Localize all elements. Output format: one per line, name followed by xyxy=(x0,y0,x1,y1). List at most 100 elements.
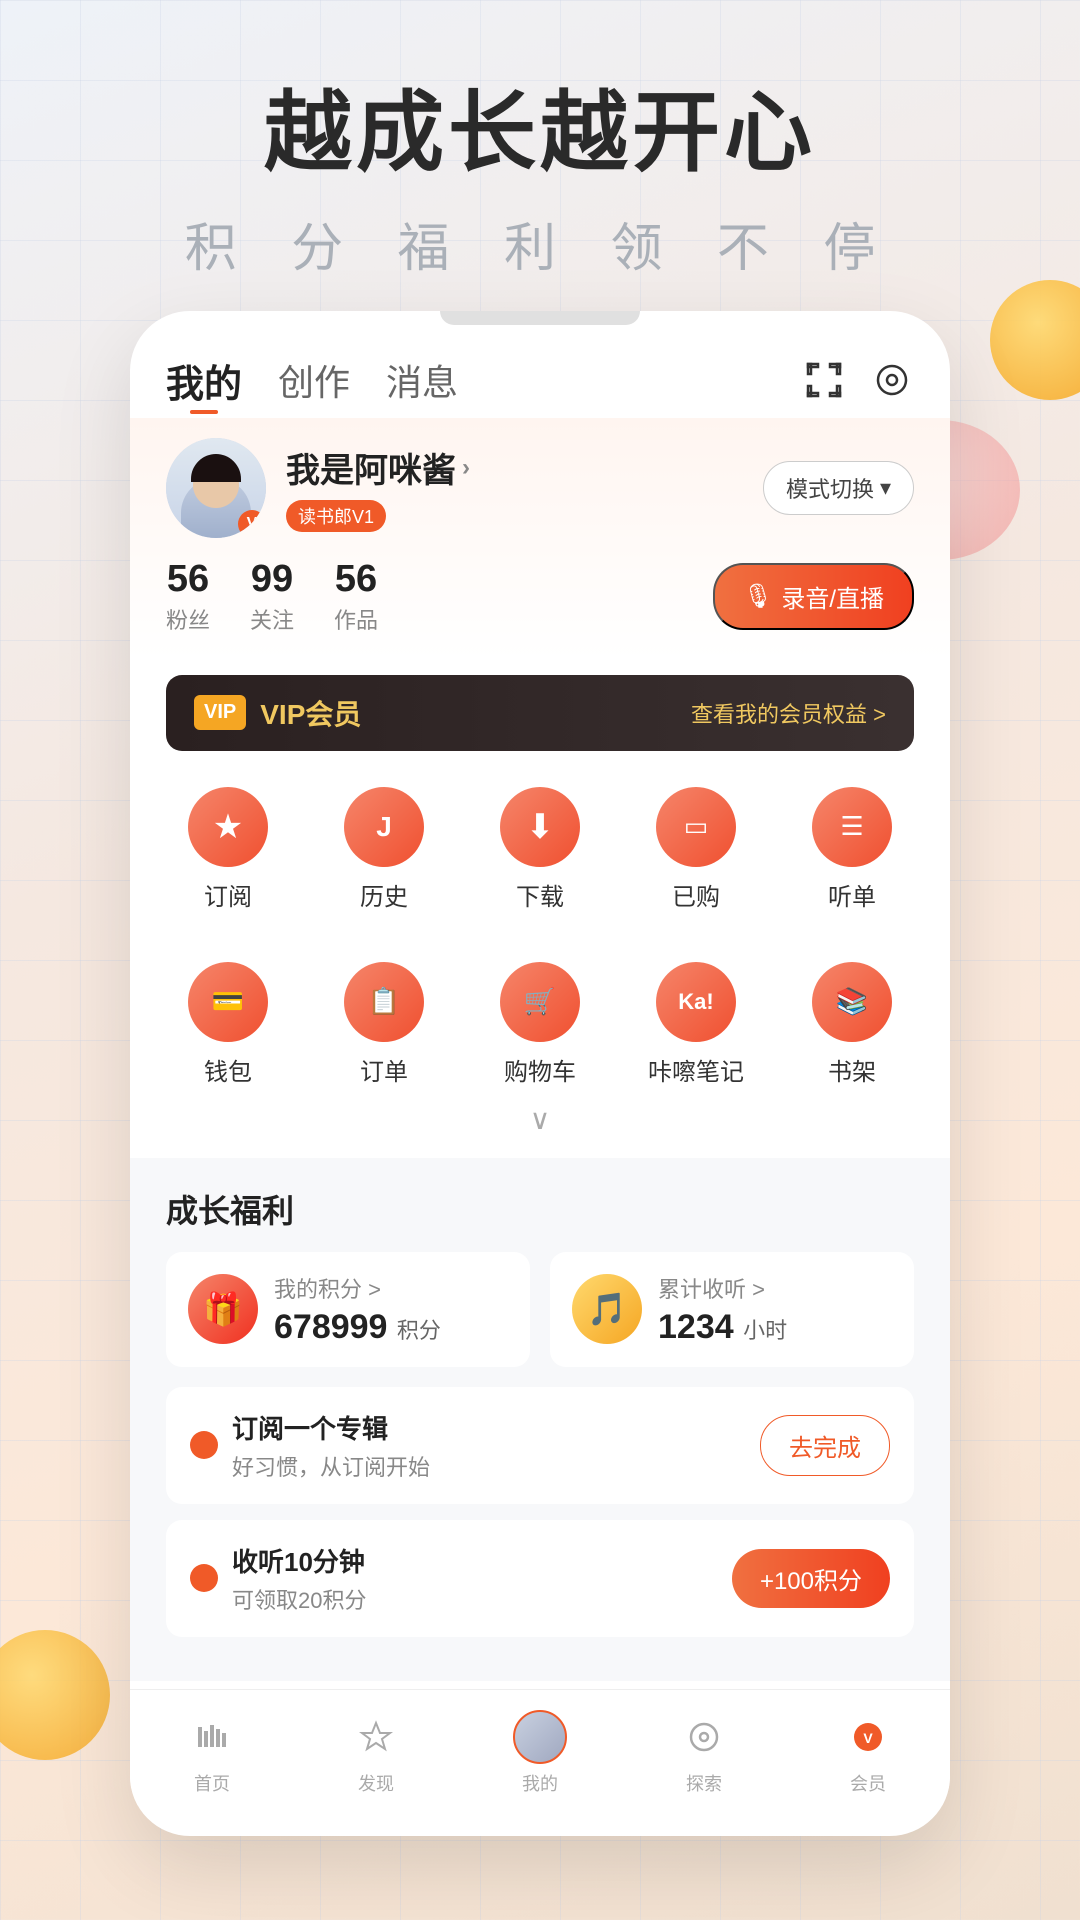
vip-nav-icon: V xyxy=(841,1710,895,1764)
points-card-info: 我的积分 > 678999 积分 xyxy=(274,1272,441,1347)
points-card[interactable]: 🎁 我的积分 > 678999 积分 xyxy=(166,1252,530,1367)
profile-section: V 我是阿咪酱 › 读书郎V1 模式切换 ▾ xyxy=(130,418,950,659)
discover-label: 发现 xyxy=(358,1770,394,1796)
profile-info: 我是阿咪酱 › 读书郎V1 xyxy=(286,443,470,532)
listen-card-info: 累计收听 > 1234 小时 xyxy=(658,1272,787,1347)
bottom-nav-explore[interactable]: 探索 xyxy=(677,1710,731,1796)
wallet-label: 钱包 xyxy=(204,1052,252,1087)
record-button[interactable]: 🎙 录音/直播 xyxy=(713,563,914,630)
fans-stat[interactable]: 56 粉丝 xyxy=(166,558,210,635)
icon-orders[interactable]: 📋 订单 xyxy=(319,962,449,1087)
bottom-nav-home[interactable]: 首页 xyxy=(185,1710,239,1796)
wallet-icon: 💳 xyxy=(188,962,268,1042)
stats-left: 56 粉丝 99 关注 56 作品 xyxy=(166,558,378,635)
download-icon: ⬇ xyxy=(500,787,580,867)
quick-icons-row1: ★ 订阅 J 历史 ⬇ 下载 ▭ 已购 ☰ 听单 xyxy=(130,767,950,940)
task-item-listen: 收听10分钟 可领取20积分 +100积分 xyxy=(166,1520,914,1637)
cart-icon: 🛒 xyxy=(500,962,580,1042)
bookshelf-icon: 📚 xyxy=(812,962,892,1042)
icon-purchased[interactable]: ▭ 已购 xyxy=(631,787,761,912)
history-icon: J xyxy=(344,787,424,867)
mic-icon: 🎙 xyxy=(743,582,773,611)
icon-download[interactable]: ⬇ 下载 xyxy=(475,787,605,912)
bookshelf-label: 书架 xyxy=(828,1052,876,1087)
icon-playlist[interactable]: ☰ 听单 xyxy=(787,787,917,912)
nav-icons xyxy=(802,358,914,402)
top-navigation: 我的 创作 消息 xyxy=(130,325,950,418)
profile-arrow-icon: › xyxy=(462,454,470,482)
vip-logo: VIP xyxy=(194,695,246,730)
app-content: 我的 创作 消息 xyxy=(130,325,950,1806)
bottom-nav-discover[interactable]: 发现 xyxy=(349,1710,403,1796)
task-info-1: 订阅一个专辑 好习惯，从订阅开始 xyxy=(232,1409,430,1482)
points-card-icon: 🎁 xyxy=(188,1274,258,1344)
tab-create[interactable]: 创作 xyxy=(278,354,350,406)
task-left-1: 订阅一个专辑 好习惯，从订阅开始 xyxy=(190,1409,430,1482)
mode-switch-button[interactable]: 模式切换 ▾ xyxy=(763,461,914,515)
playlist-label: 听单 xyxy=(828,877,876,912)
scan-icon[interactable] xyxy=(802,358,846,402)
task-btn-2[interactable]: +100积分 xyxy=(732,1549,890,1608)
profile-left: V 我是阿咪酱 › 读书郎V1 xyxy=(166,438,470,538)
notes-label: 咔嚓笔记 xyxy=(648,1052,744,1087)
stats-row: 56 粉丝 99 关注 56 作品 🎙 录音/直播 xyxy=(166,558,914,635)
deco-circle-gold-bottom xyxy=(0,1630,110,1760)
growth-title: 成长福利 xyxy=(166,1186,914,1232)
explore-icon xyxy=(677,1710,731,1764)
bottom-navigation: 首页 发现 我的 xyxy=(130,1689,950,1806)
mine-label: 我的 xyxy=(522,1770,558,1796)
task-item-subscribe: 订阅一个专辑 好习惯，从订阅开始 去完成 xyxy=(166,1387,914,1504)
listen-card-value: 1234 小时 xyxy=(658,1308,787,1347)
settings-icon[interactable] xyxy=(870,358,914,402)
points-card-label: 我的积分 > xyxy=(274,1272,441,1304)
works-stat[interactable]: 56 作品 xyxy=(334,558,378,635)
task-left-2: 收听10分钟 可领取20积分 xyxy=(190,1542,366,1615)
icon-bookshelf[interactable]: 📚 书架 xyxy=(787,962,917,1087)
task-dot-2 xyxy=(190,1564,218,1592)
vip-banner-left: VIP VIP会员 xyxy=(194,693,361,733)
task-dot-1 xyxy=(190,1431,218,1459)
expand-button[interactable]: ∨ xyxy=(150,1095,930,1140)
bottom-nav-mine[interactable]: 我的 xyxy=(513,1710,567,1796)
dropdown-icon: ▾ xyxy=(880,475,891,501)
tab-message[interactable]: 消息 xyxy=(386,354,458,406)
orders-label: 订单 xyxy=(360,1052,408,1087)
subscribe-label: 订阅 xyxy=(204,877,252,912)
hero-area: 越成长越开心 积 分 福 利 领 不 停 xyxy=(0,0,1080,311)
profile-name[interactable]: 我是阿咪酱 › xyxy=(286,443,470,492)
phone-notch xyxy=(440,311,640,325)
home-icon xyxy=(185,1710,239,1764)
tab-mine[interactable]: 我的 xyxy=(166,353,242,408)
home-label: 首页 xyxy=(194,1770,230,1796)
task-title-2: 收听10分钟 xyxy=(232,1542,366,1579)
listen-card-label: 累计收听 > xyxy=(658,1272,787,1304)
task-btn-1[interactable]: 去完成 xyxy=(760,1415,890,1476)
listen-card[interactable]: 🎵 累计收听 > 1234 小时 xyxy=(550,1252,914,1367)
subscribe-icon: ★ xyxy=(188,787,268,867)
icon-wallet[interactable]: 💳 钱包 xyxy=(163,962,293,1087)
icon-notes[interactable]: Ka! 咔嚓笔记 xyxy=(631,962,761,1087)
task-title-1: 订阅一个专辑 xyxy=(232,1409,430,1446)
task-desc-1: 好习惯，从订阅开始 xyxy=(232,1450,430,1482)
vip-banner[interactable]: VIP VIP会员 查看我的会员权益 > xyxy=(166,675,914,751)
vip-rights-link[interactable]: 查看我的会员权益 > xyxy=(691,697,886,729)
purchased-label: 已购 xyxy=(672,877,720,912)
svg-text:V: V xyxy=(863,1730,873,1746)
growth-cards: 🎁 我的积分 > 678999 积分 🎵 xyxy=(166,1252,914,1367)
task-info-2: 收听10分钟 可领取20积分 xyxy=(232,1542,366,1615)
icon-row-2: 💳 钱包 📋 订单 🛒 购物车 Ka! 咔嚓笔记 📚 书架 xyxy=(150,962,930,1087)
follow-stat[interactable]: 99 关注 xyxy=(250,558,294,635)
phone-mockup: 我的 创作 消息 xyxy=(130,311,950,1836)
listen-card-icon: 🎵 xyxy=(572,1274,642,1344)
playlist-icon: ☰ xyxy=(812,787,892,867)
avatar[interactable]: V xyxy=(166,438,266,538)
bottom-nav-vip[interactable]: V 会员 xyxy=(841,1710,895,1796)
vip-mini-badge: V xyxy=(238,510,266,538)
icon-subscribe[interactable]: ★ 订阅 xyxy=(163,787,293,912)
hero-subtitle: 积 分 福 利 领 不 停 xyxy=(0,206,1080,281)
icon-cart[interactable]: 🛒 购物车 xyxy=(475,962,605,1087)
cart-label: 购物车 xyxy=(504,1052,576,1087)
vip-nav-label: 会员 xyxy=(850,1770,886,1796)
task-desc-2: 可领取20积分 xyxy=(232,1583,366,1615)
icon-history[interactable]: J 历史 xyxy=(319,787,449,912)
